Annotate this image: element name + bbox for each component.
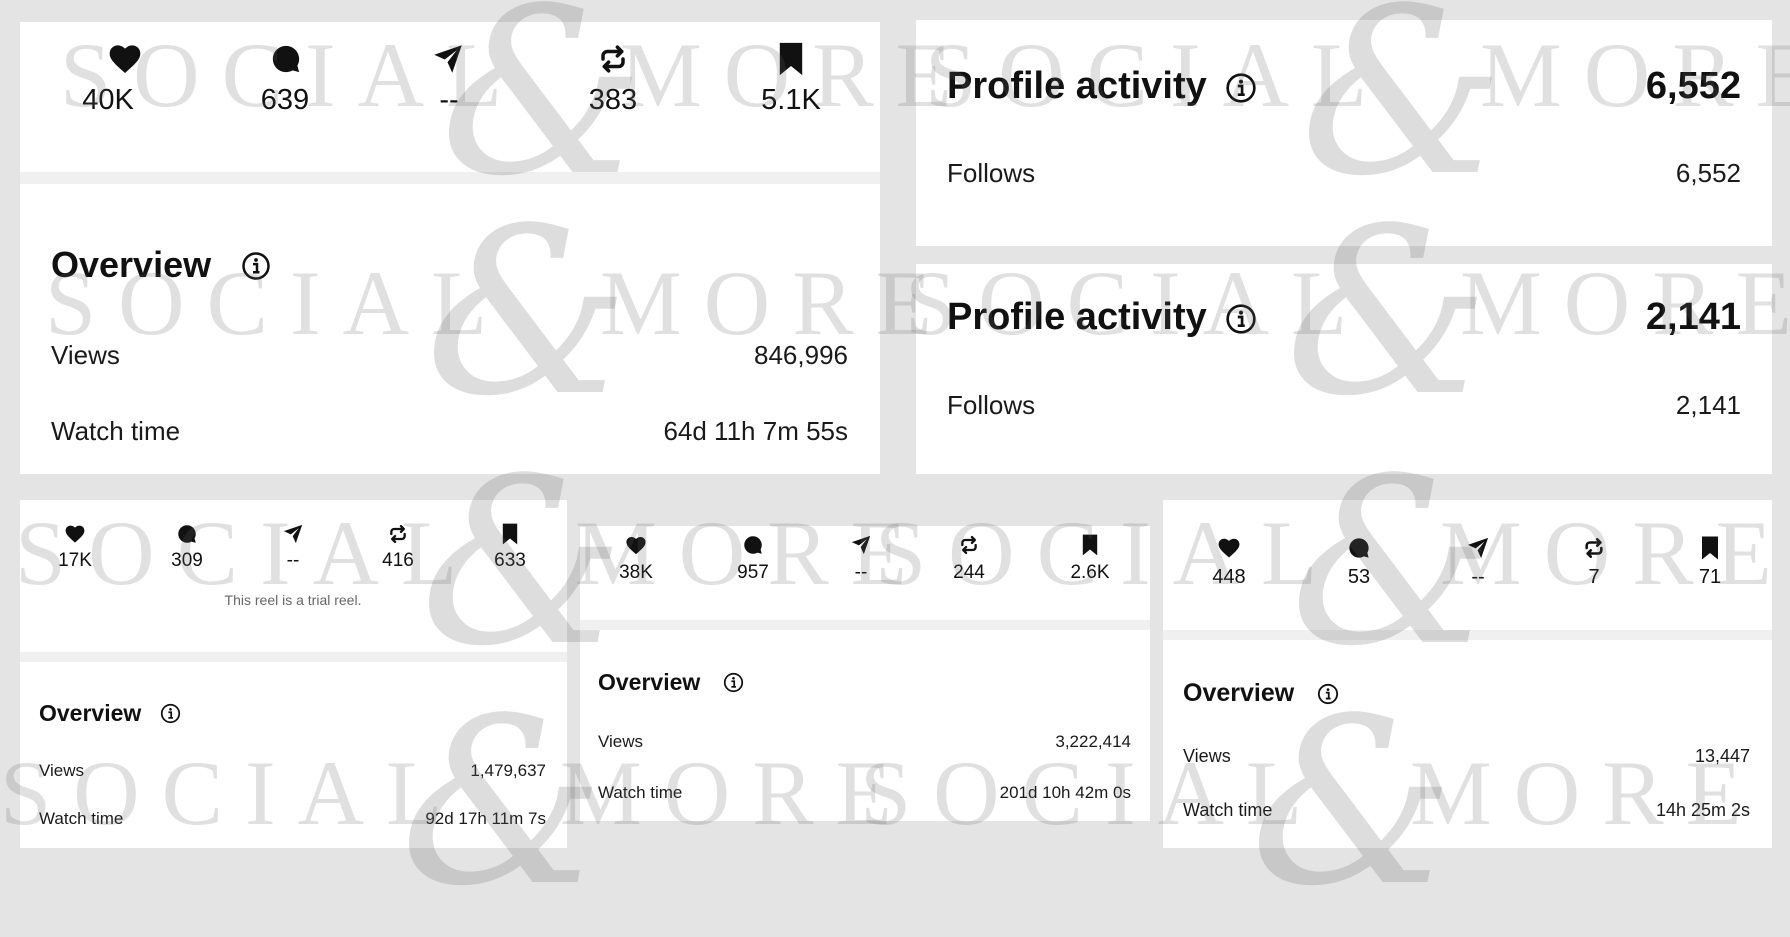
views-label: Views: [51, 340, 120, 370]
comment-icon: [177, 524, 197, 544]
views-value: 13,447: [1694, 746, 1750, 766]
reposts-count: 383: [588, 84, 638, 116]
overview-title: Overview: [39, 700, 142, 726]
comment-icon: [1348, 537, 1370, 559]
saves-count: 633: [494, 550, 526, 571]
info-icon[interactable]: [1317, 683, 1339, 705]
post-insights-card-d: 448 53 -- 7 71 Overview Views 13,447 Wat…: [1163, 500, 1772, 848]
info-icon[interactable]: [1225, 72, 1257, 104]
comment-icon: [271, 44, 301, 74]
heart-icon: [109, 44, 141, 74]
views-label: Views: [1183, 746, 1231, 766]
follows-label: Follows: [947, 158, 1036, 188]
section-divider: [1163, 630, 1772, 640]
section-divider: [580, 620, 1150, 630]
comment-icon: [743, 535, 763, 555]
bookmark-icon: [501, 523, 519, 545]
views-label: Views: [39, 761, 85, 780]
views-value: 1,479,637: [470, 761, 546, 780]
likes-count: 38K: [619, 562, 653, 583]
follows-value: 6,552: [1675, 158, 1741, 188]
repost-icon: [959, 534, 979, 556]
watch-time-label: Watch time: [51, 416, 181, 446]
comments-count: 957: [737, 562, 769, 583]
shares-count: --: [439, 84, 459, 116]
watch-time-label: Watch time: [1183, 800, 1273, 820]
profile-activity-title: Profile activity: [947, 65, 1207, 107]
watch-time-label: Watch time: [598, 783, 683, 802]
profile-activity-card-1: Profile activity 6,552 Follows 6,552: [916, 20, 1772, 246]
overview-title: Overview: [1183, 679, 1295, 707]
heart-icon: [65, 525, 85, 543]
post-insights-card-b: 17K 309 -- 416 633 This reel is a trial …: [20, 500, 567, 848]
saves-count: 71: [1698, 566, 1722, 588]
follows-value: 2,141: [1675, 390, 1741, 420]
section-divider: [20, 652, 567, 662]
bookmark-icon: [1081, 534, 1099, 556]
watch-time-value: 14h 25m 2s: [1655, 800, 1750, 820]
profile-activity-title: Profile activity: [947, 296, 1207, 338]
views-value: 3,222,414: [1055, 732, 1131, 751]
shares-count: --: [286, 550, 300, 571]
heart-icon: [626, 536, 646, 555]
send-icon: [851, 535, 871, 555]
send-icon: [1467, 537, 1489, 559]
section-divider: [20, 172, 880, 184]
bookmark-icon: [1700, 536, 1720, 560]
profile-activity-card-2: Profile activity 2,141 Follows 2,141: [916, 264, 1772, 474]
post-insights-card-c: 38K 957 -- 244 2.6K Overview Views 3,222…: [580, 526, 1150, 821]
send-icon: [433, 44, 463, 74]
send-icon: [283, 524, 303, 544]
likes-count: 448: [1212, 566, 1246, 588]
shares-count: --: [1471, 566, 1485, 588]
bookmark-icon: [777, 42, 805, 76]
profile-activity-total: 6,552: [1645, 65, 1741, 107]
views-label: Views: [598, 732, 644, 751]
watch-time-value: 92d 17h 11m 7s: [425, 809, 546, 828]
likes-count: 40K: [82, 84, 134, 116]
comments-count: 309: [171, 550, 203, 571]
views-value: 846,996: [754, 340, 848, 370]
comments-count: 639: [260, 84, 310, 116]
heart-icon: [1218, 538, 1240, 558]
info-icon[interactable]: [1225, 303, 1257, 335]
info-icon[interactable]: [241, 251, 271, 281]
reposts-count: 416: [382, 550, 414, 571]
reposts-count: 244: [953, 562, 985, 583]
info-icon[interactable]: [723, 672, 744, 693]
profile-activity-total: 2,141: [1645, 296, 1741, 338]
watch-time-value: 201d 10h 42m 0s: [999, 783, 1131, 802]
saves-count: 2.6K: [1070, 562, 1110, 583]
info-icon[interactable]: [160, 703, 181, 724]
overview-title: Overview: [51, 244, 212, 285]
repost-icon: [598, 43, 628, 75]
shares-count: --: [854, 562, 868, 583]
likes-count: 17K: [58, 550, 92, 571]
follows-label: Follows: [947, 390, 1036, 420]
reposts-count: 7: [1588, 566, 1600, 588]
saves-count: 5.1K: [761, 84, 821, 116]
post-insights-card-a: 40K 639 -- 383 5.1K Overview Views 846,9…: [20, 22, 880, 474]
repost-icon: [388, 523, 408, 545]
watch-time-label: Watch time: [39, 809, 124, 828]
trial-reel-note: This reel is a trial reel.: [224, 592, 362, 608]
comments-count: 53: [1347, 566, 1371, 588]
repost-icon: [1583, 536, 1605, 560]
overview-title: Overview: [598, 669, 701, 695]
watch-time-value: 64d 11h 7m 55s: [663, 416, 848, 446]
